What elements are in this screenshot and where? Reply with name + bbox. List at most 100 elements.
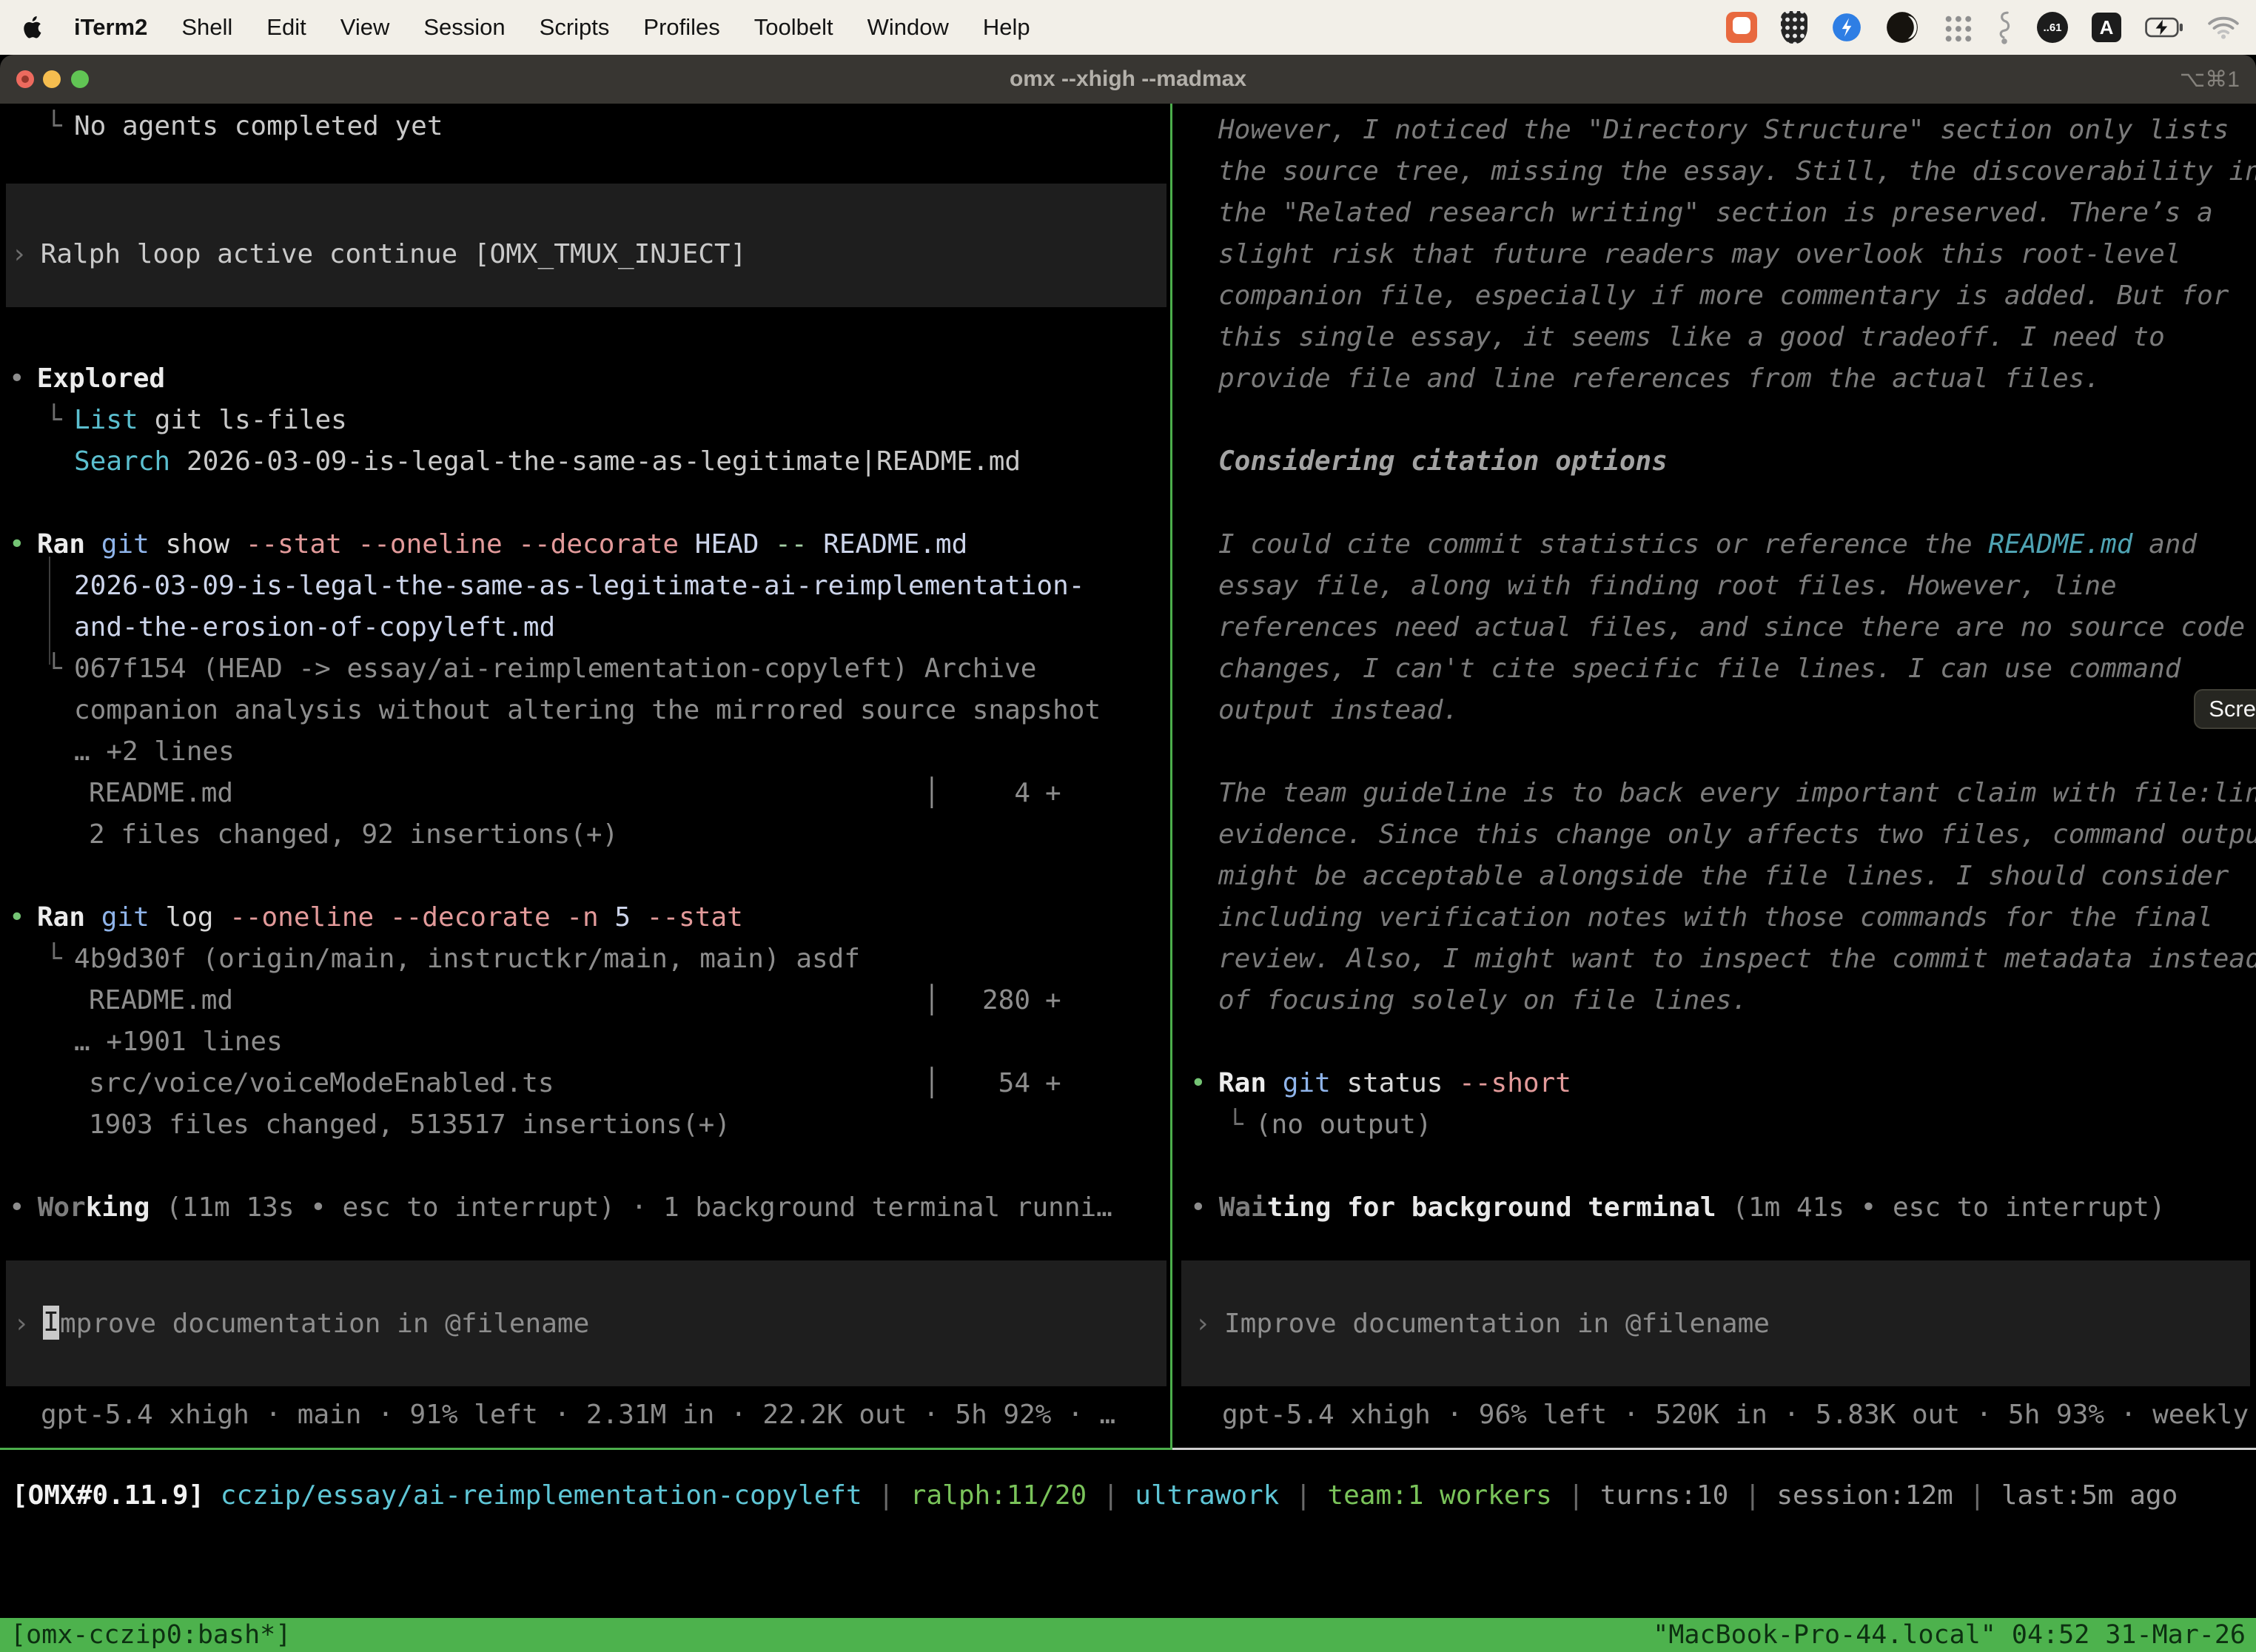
stat-plus: + [1045, 776, 1061, 810]
title-bar: omx --xhigh --madmax ⌥⌘1 [0, 55, 2256, 104]
bullet-icon: • [9, 363, 25, 394]
bullet-icon: • [9, 1192, 25, 1223]
session-status-line: gpt-5.4 xhigh · 96% left · 520K in · 5.8… [1222, 1398, 2256, 1432]
working-status-row: •Working (11m 13s • esc to interrupt) · … [9, 1191, 1112, 1225]
prompt-placeholder: mprove documentation in @filename [60, 1307, 589, 1341]
tmux-host-clock: "MacBook-Pro-44.local" 04:52 31-Mar-26 [1653, 1618, 2246, 1652]
reasoning-text: companion file, especially if more comme… [1218, 279, 2229, 313]
stat-count: 280 [941, 984, 1030, 1018]
squiggle-icon[interactable] [1995, 10, 2013, 44]
stat-plus: + [1045, 984, 1061, 1018]
bullet-icon: • [9, 901, 25, 935]
window-title: omx --xhigh --madmax [0, 55, 2256, 104]
menu-toolbelt[interactable]: Toolbelt [754, 14, 833, 41]
reasoning-text: the "Related research writing" section i… [1218, 196, 2213, 230]
menu-status-icons: ..61 A [1726, 10, 2240, 44]
bullet-icon: • [1190, 1067, 1206, 1101]
right-pane: However, I noticed the "Directory Struct… [1172, 104, 2256, 1450]
git-status-command: Ran git status --short [1218, 1067, 1571, 1101]
stat-file: README.md [89, 984, 233, 1018]
reasoning-text: provide file and line references from th… [1218, 362, 2101, 396]
pane-border-bottom-left [0, 1448, 1170, 1450]
tree-corner-icon: └ [46, 652, 62, 686]
reasoning-text: The team guideline is to back every impo… [1218, 776, 2256, 810]
omx-status-line: [OMX#0.11.9] cczip/essay/ai-reimplementa… [12, 1479, 2178, 1513]
readme-link-text: README.md [1988, 529, 2132, 560]
input-source-icon[interactable]: A [2092, 13, 2121, 42]
menu-profiles[interactable]: Profiles [643, 14, 719, 41]
stat-separator: │ [924, 776, 940, 810]
apple-icon [22, 15, 44, 40]
stat-count: 54 [941, 1067, 1030, 1101]
menu-session[interactable]: Session [423, 14, 505, 41]
menu-view[interactable]: View [340, 14, 390, 41]
terminal-content: └ No agents completed yet ›Ralph loop ac… [0, 104, 2256, 1652]
tree-corner-icon: └ [46, 110, 62, 144]
stat-separator: │ [924, 1067, 940, 1101]
screen-recording-icon[interactable] [1726, 12, 1757, 43]
ralph-banner-text: ›Ralph loop active continue [OMX_TMUX_IN… [11, 238, 746, 272]
explored-list-row: Listgit ls-files [74, 403, 347, 437]
bullet-icon: • [9, 528, 25, 562]
session-status-line: gpt-5.4 xhigh · main · 91% left · 2.31M … [41, 1398, 1115, 1432]
stat-count: 4 [941, 776, 1030, 810]
tree-guide-line [49, 557, 50, 665]
dots-grid-icon[interactable] [1942, 13, 1972, 42]
shield-grid-icon[interactable] [1781, 11, 1807, 44]
menu-shell[interactable]: Shell [181, 14, 232, 41]
tmux-status-bar: [omx-cczip0:bash*] "MacBook-Pro-44.local… [0, 1618, 2256, 1652]
reasoning-text: references need actual files, and since … [1218, 611, 2245, 645]
menu-scripts[interactable]: Scripts [540, 14, 610, 41]
apple-menu[interactable] [22, 15, 44, 40]
git-show-output: … +2 lines [74, 735, 235, 769]
menu-iterm2[interactable]: iTerm2 [74, 14, 147, 41]
screen-recording-inner [1733, 17, 1750, 34]
menu-window[interactable]: Window [867, 14, 949, 41]
reasoning-text: of focusing solely on file lines. [1218, 984, 1748, 1018]
reasoning-text: slight risk that future readers may over… [1218, 238, 2181, 272]
reasoning-text: evidence. Since this change only affects… [1218, 818, 2256, 852]
git-log-output: … +1901 lines [74, 1025, 283, 1059]
git-show-output: 067f154 (HEAD -> essay/ai-reimplementati… [74, 652, 1036, 686]
reasoning-text: However, I noticed the "Directory Struct… [1218, 113, 2229, 147]
prompt-chevron-icon: › [11, 239, 27, 269]
tree-corner-icon: └ [46, 403, 62, 437]
reasoning-text: the source tree, missing the essay. Stil… [1218, 155, 2256, 189]
prompt-chevron-icon: › [1195, 1307, 1211, 1341]
tree-corner-icon: └ [46, 942, 62, 976]
git-show-summary: 2 files changed, 92 insertions(+) [89, 818, 618, 852]
menu-bar: iTerm2 Shell Edit View Session Scripts P… [0, 0, 2256, 55]
text-cursor: I [43, 1306, 59, 1340]
git-log-summary: 1903 files changed, 513517 insertions(+) [89, 1108, 731, 1142]
crescent-icon[interactable] [1886, 11, 1918, 44]
reasoning-text: might be acceptable alongside the file l… [1218, 859, 2229, 893]
reasoning-text: including verification notes with those … [1218, 901, 2213, 935]
left-pane: └ No agents completed yet ›Ralph loop ac… [0, 104, 1170, 1450]
git-status-output: (no output) [1255, 1108, 1431, 1142]
git-show-output: companion analysis without altering the … [74, 694, 1101, 728]
window-shortcut-badge: ⌥⌘1 [2180, 55, 2240, 104]
git-show-arg-wrap: and-the-erosion-of-copyleft.md [74, 611, 555, 645]
menu-help[interactable]: Help [983, 14, 1030, 41]
git-show-command: Ran git show --stat --oneline --decorate… [37, 528, 967, 562]
reasoning-text: I could cite commit statistics or refere… [1218, 528, 2197, 562]
battery-percent-badge[interactable]: ..61 [2037, 12, 2068, 43]
battery-icon[interactable] [2145, 17, 2183, 38]
pane-border-bottom-right [1172, 1448, 2256, 1450]
explored-search-row: Search2026-03-09-is-legal-the-same-as-le… [74, 445, 1021, 479]
stat-file: src/voice/voiceModeEnabled.ts [89, 1067, 554, 1101]
menu-edit[interactable]: Edit [266, 14, 306, 41]
wifi-icon[interactable] [2207, 16, 2240, 39]
no-agents-text: No agents completed yet [74, 110, 443, 144]
stat-separator: │ [924, 984, 940, 1018]
reasoning-text: output instead. [1218, 694, 1459, 728]
stat-plus: + [1045, 1067, 1061, 1101]
reasoning-text: changes, I can't cite specific file line… [1218, 652, 2181, 686]
reasoning-text: essay file, along with finding root file… [1218, 569, 2117, 603]
explored-header: •Explored [9, 362, 165, 396]
prompt-chevron-icon: › [13, 1307, 30, 1341]
waiting-status-row: •Waiting for background terminal (1m 41s… [1190, 1191, 2165, 1225]
pane-divider[interactable] [1170, 104, 1172, 1450]
screen-overlay-button[interactable]: Scre [2194, 689, 2256, 729]
verified-badge-icon[interactable] [1831, 12, 1862, 43]
